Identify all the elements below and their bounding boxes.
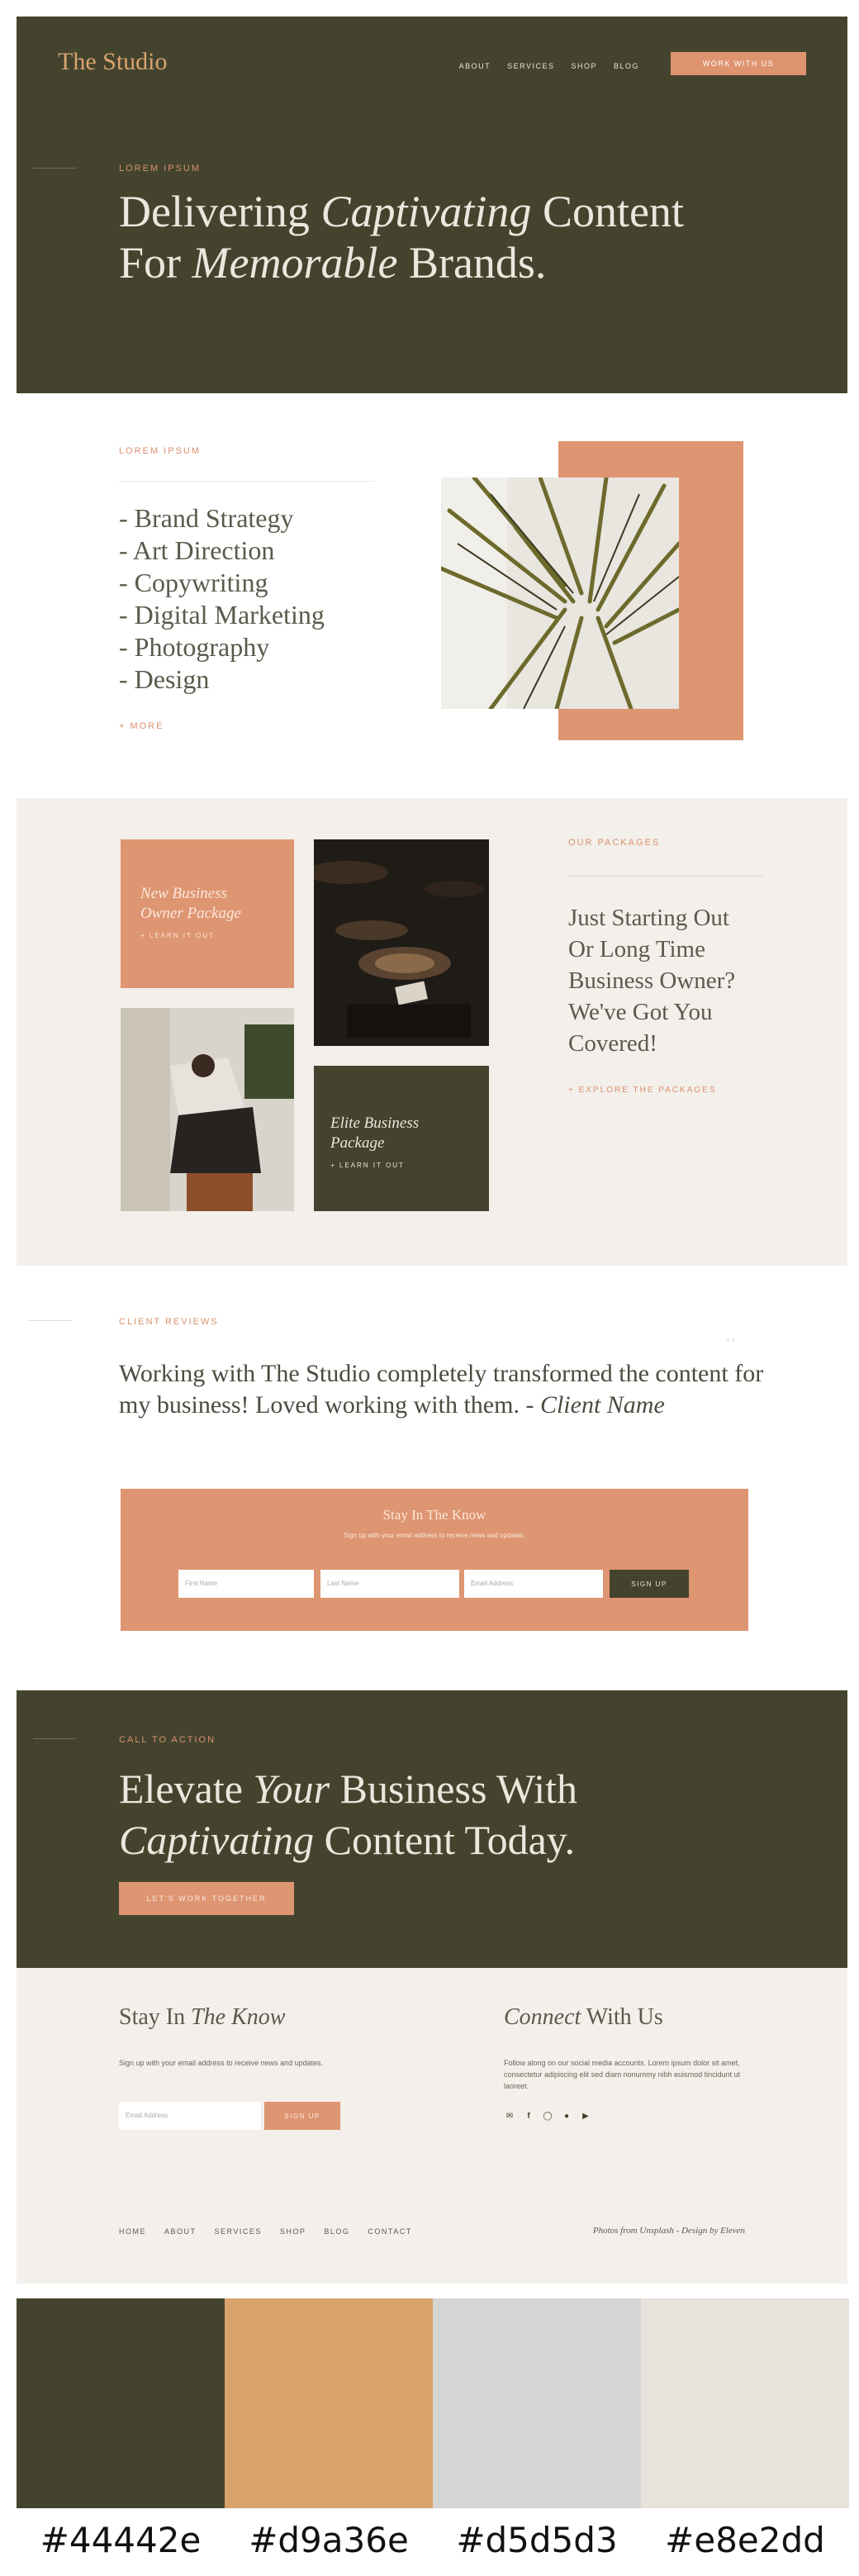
client-name: Client Name bbox=[539, 1391, 665, 1419]
more-link[interactable]: + MORE bbox=[119, 721, 164, 731]
coffee-table-image bbox=[314, 839, 489, 1046]
testimonial-section: CLIENT REVIEWS ‹ › Working with The Stud… bbox=[17, 1266, 847, 1679]
main-nav: ABOUT SERVICES SHOP BLOG bbox=[459, 62, 639, 70]
call-to-action-section: CALL TO ACTION Elevate Your Business Wit… bbox=[17, 1690, 847, 1968]
cta-eyebrow: CALL TO ACTION bbox=[119, 1735, 216, 1745]
last-name-field[interactable]: Last Name bbox=[320, 1570, 459, 1598]
list-item: - Design bbox=[119, 664, 210, 694]
footer-nav-about[interactable]: ABOUT bbox=[164, 2227, 197, 2236]
heading-text: Stay In bbox=[119, 2004, 192, 2030]
newsletter-box: Stay In The Know Sign up with your email… bbox=[121, 1489, 748, 1631]
newsletter-subtitle: Sign up with your email address to recei… bbox=[344, 1532, 525, 1539]
social-links: ✉ f ◯ ● ▶ bbox=[504, 2110, 591, 2122]
cta-title-emphasis: Your bbox=[253, 1766, 330, 1812]
heading-text: With Us bbox=[581, 2004, 663, 2030]
hero-title: Delivering Captivating Content For Memor… bbox=[119, 186, 684, 288]
list-item: - Copywriting bbox=[119, 568, 268, 597]
work-with-us-button[interactable]: WORK WITH US bbox=[671, 52, 806, 75]
footer-connect-heading: Connect With Us bbox=[504, 2004, 663, 2031]
footer-nav-blog[interactable]: BLOG bbox=[324, 2227, 349, 2236]
packages-headline: Just Starting Out Or Long Time Business … bbox=[568, 905, 736, 1057]
cta-title: Elevate Your Business With Captivating C… bbox=[119, 1763, 577, 1865]
footer-newsletter-text: Sign up with your email address to recei… bbox=[119, 2059, 324, 2067]
lets-work-together-button[interactable]: LET'S WORK TOGETHER bbox=[119, 1882, 294, 1915]
services-section: LOREM IPSUM - Brand Strategy - Art Direc… bbox=[17, 395, 847, 767]
email-icon[interactable]: ✉ bbox=[504, 2110, 515, 2122]
divider bbox=[568, 876, 763, 877]
divider bbox=[28, 1320, 71, 1321]
hero-title-text: Content bbox=[531, 187, 684, 236]
palm-leaves-image bbox=[441, 478, 679, 709]
youtube-icon[interactable]: ▶ bbox=[580, 2110, 591, 2122]
hero-section: The Studio ABOUT SERVICES SHOP BLOG WORK… bbox=[17, 17, 847, 393]
testimonial-eyebrow: CLIENT REVIEWS bbox=[119, 1317, 219, 1327]
hero-title-emphasis: Memorable bbox=[192, 238, 398, 288]
nav-shop[interactable]: SHOP bbox=[571, 62, 597, 70]
hero-eyebrow: LOREM IPSUM bbox=[119, 164, 202, 173]
footer-nav: HOME ABOUT SERVICES SHOP BLOG CONTACT bbox=[119, 2227, 412, 2236]
color-swatch bbox=[225, 2298, 433, 2508]
instagram-icon[interactable]: ◯ bbox=[542, 2110, 553, 2122]
hex-label: #e8e2dd bbox=[665, 2520, 825, 2560]
divider bbox=[119, 481, 375, 482]
heading-emphasis: The Know bbox=[191, 2004, 286, 2030]
cta-title-text: Business With bbox=[330, 1766, 577, 1812]
hex-label: #d9a36e bbox=[249, 2520, 409, 2560]
color-swatch bbox=[433, 2298, 641, 2508]
footer-credit: Photos from Unsplash - Design by Eleven bbox=[592, 2226, 745, 2236]
color-swatch bbox=[641, 2298, 849, 2508]
footer-nav-services[interactable]: SERVICES bbox=[215, 2227, 262, 2236]
package-card-link[interactable]: + LEARN IT OUT bbox=[140, 932, 264, 939]
sign-up-button[interactable]: SIGN UP bbox=[610, 1570, 689, 1598]
list-item: - Photography bbox=[119, 632, 270, 662]
hero-title-text: Brands. bbox=[397, 238, 547, 288]
list-item: - Digital Marketing bbox=[119, 600, 325, 630]
quote-text: Working with The Studio completely trans… bbox=[119, 1360, 764, 1419]
footer-nav-home[interactable]: HOME bbox=[119, 2227, 146, 2236]
explore-packages-link[interactable]: + EXPLORE THE PACKAGES bbox=[568, 1086, 717, 1095]
color-swatch bbox=[17, 2298, 225, 2508]
cta-title-emphasis: Captivating bbox=[119, 1817, 315, 1863]
footer-nav-shop[interactable]: SHOP bbox=[280, 2227, 306, 2236]
footer-sign-up-button[interactable]: SIGN UP bbox=[264, 2102, 340, 2130]
heading-emphasis: Connect bbox=[504, 2004, 581, 2030]
email-field[interactable]: Email Address bbox=[464, 1570, 603, 1598]
hero-title-text: Delivering bbox=[119, 187, 321, 236]
first-name-field[interactable]: First Name bbox=[178, 1570, 314, 1598]
list-item: - Brand Strategy bbox=[119, 503, 294, 533]
nav-about[interactable]: ABOUT bbox=[459, 62, 491, 70]
reading-woman-image bbox=[121, 1008, 294, 1211]
footer-nav-contact[interactable]: CONTACT bbox=[368, 2227, 411, 2236]
packages-eyebrow: OUR PACKAGES bbox=[568, 838, 661, 848]
footer-newsletter-heading: Stay In The Know bbox=[119, 2004, 285, 2031]
divider bbox=[33, 168, 76, 169]
nav-blog[interactable]: BLOG bbox=[614, 62, 639, 70]
packages-section: New Business Owner Package + LEARN IT OU… bbox=[17, 798, 847, 1266]
testimonial-quote: Working with The Studio completely trans… bbox=[119, 1358, 770, 1421]
hex-label: #44442e bbox=[40, 2520, 202, 2560]
site-logo[interactable]: The Studio bbox=[58, 48, 168, 76]
hero-title-emphasis: Captivating bbox=[320, 187, 532, 236]
divider bbox=[33, 1738, 76, 1739]
footer-connect-text: Follow along on our social media account… bbox=[504, 2059, 741, 2090]
pinterest-icon[interactable]: ● bbox=[561, 2110, 572, 2122]
hex-label: #d5d5d3 bbox=[456, 2520, 618, 2560]
package-card-title: New Business Owner Package bbox=[140, 885, 241, 922]
hero-title-text: For bbox=[119, 238, 192, 288]
services-list: - Brand Strategy - Art Direction - Copyw… bbox=[119, 502, 325, 696]
list-item: - Art Direction bbox=[119, 535, 275, 565]
facebook-icon[interactable]: f bbox=[523, 2110, 534, 2122]
package-card-new-business[interactable]: New Business Owner Package + LEARN IT OU… bbox=[121, 839, 294, 988]
newsletter-title: Stay In The Know bbox=[382, 1507, 486, 1523]
package-card-link[interactable]: + LEARN IT OUT bbox=[330, 1162, 463, 1169]
nav-services[interactable]: SERVICES bbox=[507, 62, 554, 70]
package-card-elite[interactable]: Elite Business Package + LEARN IT OUT bbox=[314, 1066, 489, 1211]
package-card-title: Elite Business Package bbox=[330, 1115, 420, 1152]
footer-section: Stay In The Know Sign up with your email… bbox=[17, 1968, 847, 2284]
cta-title-text: Elevate bbox=[119, 1766, 254, 1812]
services-eyebrow: LOREM IPSUM bbox=[119, 446, 202, 456]
footer-email-field[interactable]: Email Address bbox=[119, 2102, 261, 2130]
cta-title-text: Content Today. bbox=[314, 1817, 576, 1863]
slider-arrows-icon[interactable]: ‹ › bbox=[727, 1335, 734, 1344]
